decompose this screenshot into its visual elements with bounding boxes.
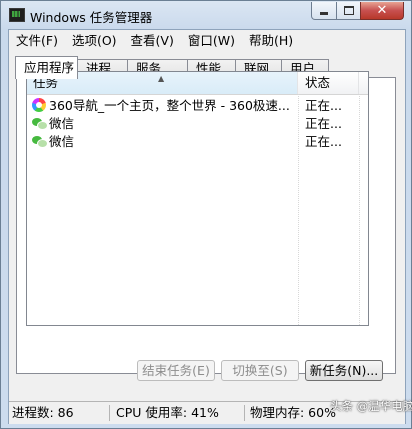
maximize-button[interactable] <box>336 2 361 20</box>
window-title: Windows 任务管理器 <box>30 10 153 25</box>
client-area: 文件(F) 选项(O) 查看(V) 窗口(W) 帮助(H) 应用程序 进程 服务… <box>8 29 406 424</box>
menu-help[interactable]: 帮助(H) <box>242 30 300 52</box>
menu-options[interactable]: 选项(O) <box>65 30 124 52</box>
wechat-icon <box>32 116 48 130</box>
list-header: ▲ 任务 状态 <box>27 72 368 95</box>
switch-to-button[interactable]: 切换至(S) <box>221 360 299 381</box>
menu-bar: 文件(F) 选项(O) 查看(V) 窗口(W) 帮助(H) <box>9 30 405 52</box>
column-header-status[interactable]: 状态 <box>299 72 359 94</box>
minimize-icon <box>320 12 328 15</box>
title-bar[interactable]: Windows 任务管理器 ✕ <box>1 1 411 29</box>
minimize-button[interactable] <box>311 2 337 20</box>
new-task-button[interactable]: 新任务(N)... <box>305 360 383 381</box>
close-button[interactable]: ✕ <box>360 2 404 20</box>
task-status: 正在... <box>305 134 342 149</box>
task-manager-window: Windows 任务管理器 ✕ 文件(F) 选项(O) 查看(V) 窗口(W) … <box>0 0 412 429</box>
status-separator <box>244 405 245 421</box>
menu-view[interactable]: 查看(V) <box>124 30 181 52</box>
close-icon: ✕ <box>376 3 388 18</box>
cpu-usage: CPU 使用率: 41% <box>116 405 219 420</box>
browser-icon <box>32 98 46 112</box>
task-status: 正在... <box>305 98 342 113</box>
task-status: 正在... <box>305 116 342 131</box>
sort-ascending-icon: ▲ <box>158 74 165 83</box>
task-name: 微信 <box>49 116 75 131</box>
task-list[interactable]: ▲ 任务 状态 360导航_一个主页，整个世界 - 360极速... 正在...… <box>26 71 369 326</box>
menu-file[interactable]: 文件(F) <box>9 30 65 52</box>
table-row[interactable]: 微信 正在... <box>27 133 368 151</box>
task-rows: 360导航_一个主页，整个世界 - 360极速... 正在... 微信 正在..… <box>27 97 368 151</box>
process-count: 进程数: 86 <box>12 405 74 420</box>
table-row[interactable]: 微信 正在... <box>27 115 368 133</box>
watermark: 头条 @温华电脑 <box>330 399 412 413</box>
menu-windows[interactable]: 窗口(W) <box>181 30 242 52</box>
maximize-icon <box>343 6 354 15</box>
column-status-label: 状态 <box>305 75 331 90</box>
table-row[interactable]: 360导航_一个主页，整个世界 - 360极速... 正在... <box>27 97 368 115</box>
wechat-icon <box>32 134 48 148</box>
tab-applications[interactable]: 应用程序 <box>15 56 78 79</box>
status-separator <box>109 405 110 421</box>
end-task-button[interactable]: 结束任务(E) <box>137 360 215 381</box>
task-name: 360导航_一个主页，整个世界 - 360极速... <box>49 98 290 113</box>
task-name: 微信 <box>49 134 75 149</box>
task-manager-icon <box>9 8 25 22</box>
